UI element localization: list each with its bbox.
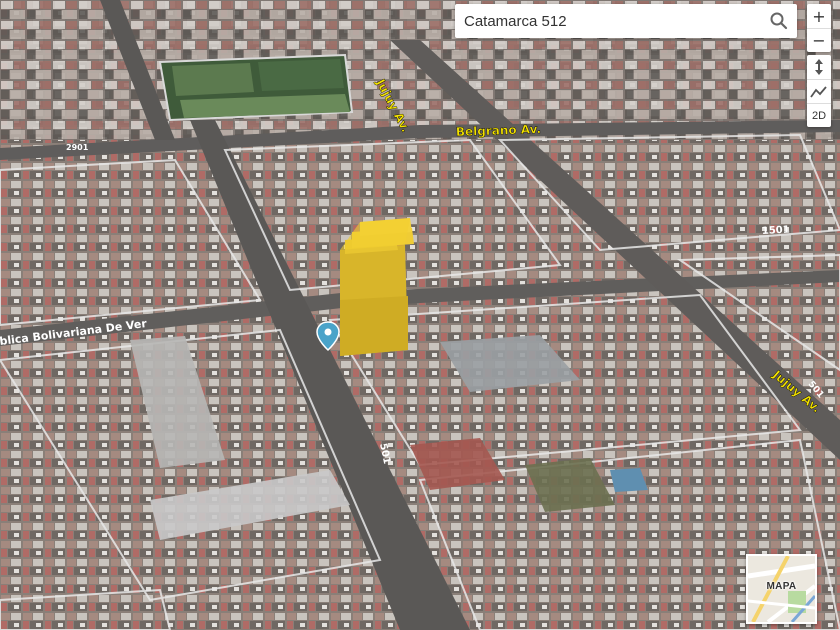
- terrain-line-icon: [810, 85, 827, 98]
- search-icon[interactable]: [769, 11, 789, 31]
- map-controls: + − 2D: [807, 4, 831, 127]
- terrain-button[interactable]: [807, 79, 831, 103]
- zoom-in-button[interactable]: +: [807, 4, 831, 28]
- street-number-2901: 2901: [66, 143, 89, 152]
- highlighted-building[interactable]: [340, 218, 414, 356]
- satellite-3d-map[interactable]: Jujuy Av. Belgrano Av. blica Bolivariana…: [0, 0, 840, 630]
- zoom-out-button[interactable]: −: [807, 28, 831, 52]
- street-label-belgrano: Belgrano Av.: [456, 122, 542, 139]
- tilt-arrows-icon: [815, 59, 823, 75]
- search-input[interactable]: [464, 12, 754, 30]
- zoom-controls: + −: [807, 4, 831, 52]
- street-number-1501: 1501: [762, 225, 790, 237]
- minimap-toggle[interactable]: MAPA: [746, 554, 817, 624]
- tilt-button[interactable]: [807, 55, 831, 79]
- minimap-label: MAPA: [766, 581, 797, 592]
- view-controls: 2D: [807, 55, 831, 127]
- mode-2d-button[interactable]: 2D: [807, 103, 831, 127]
- search-box: [455, 4, 797, 38]
